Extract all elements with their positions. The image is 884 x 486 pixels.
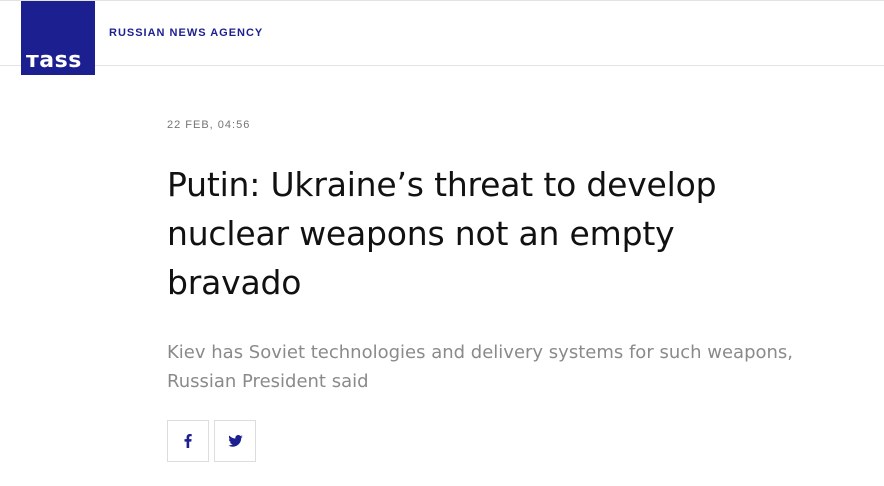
share-facebook-button[interactable] bbox=[167, 420, 209, 462]
facebook-icon bbox=[184, 434, 192, 448]
share-bar bbox=[167, 420, 256, 462]
tass-logo[interactable]: тass bbox=[21, 1, 95, 75]
logo-text: тass bbox=[26, 48, 82, 73]
share-twitter-button[interactable] bbox=[214, 420, 256, 462]
article-lead: Kiev has Soviet technologies and deliver… bbox=[167, 342, 794, 392]
article-headline: Putin: Ukraine’s threat to develop nucle… bbox=[167, 165, 717, 302]
twitter-icon bbox=[227, 435, 243, 447]
article-date: 22 FEB, 04:56 bbox=[167, 119, 251, 131]
agency-label[interactable]: RUSSIAN NEWS AGENCY bbox=[109, 28, 263, 39]
site-header: RUSSIAN NEWS AGENCY bbox=[0, 0, 884, 66]
